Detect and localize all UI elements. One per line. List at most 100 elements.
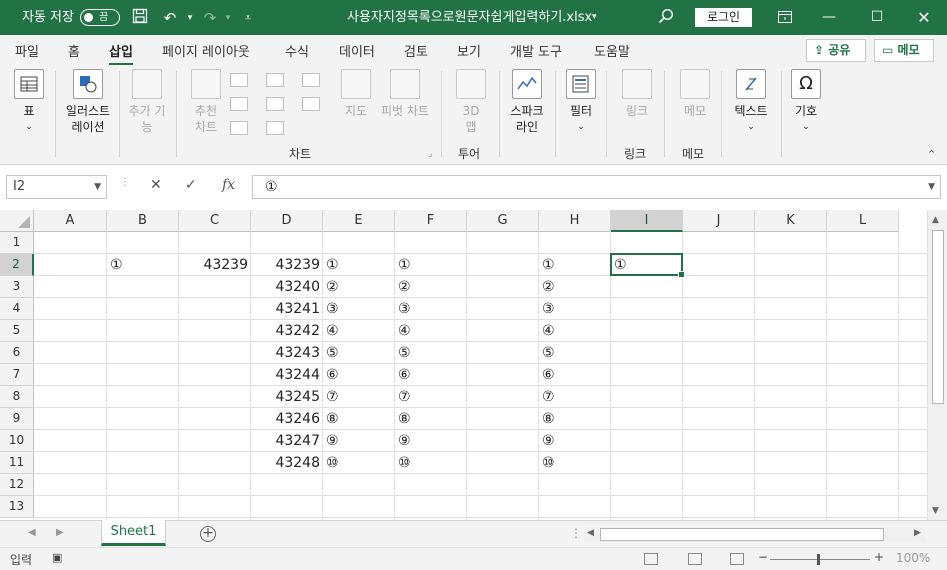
redo-dropdown-icon[interactable]: ▾: [218, 8, 238, 28]
sheet-prev-icon[interactable]: ◀: [28, 527, 36, 538]
row-header-11[interactable]: 11: [0, 452, 34, 474]
column-header-j[interactable]: J: [683, 210, 755, 232]
select-all-button[interactable]: [0, 210, 34, 232]
vertical-scrollbar[interactable]: ▲ ▼: [927, 210, 947, 520]
cell-d11[interactable]: 43248: [251, 452, 323, 474]
column-header-l[interactable]: L: [827, 210, 899, 232]
text-button[interactable]: 텍스트 ⌄: [730, 69, 772, 135]
column-header-i[interactable]: I: [611, 210, 683, 232]
link-button[interactable]: 링크: [620, 69, 654, 119]
cell-f7[interactable]: ⑥: [395, 364, 467, 386]
cell-h10[interactable]: ⑨: [539, 430, 611, 452]
name-box-dropdown-icon[interactable]: ▼: [94, 176, 101, 198]
add-sheet-icon[interactable]: +: [200, 526, 216, 542]
column-header-b[interactable]: B: [107, 210, 179, 232]
cell-e8[interactable]: ⑦: [323, 386, 395, 408]
dialog-launcher-icon[interactable]: ⌟: [428, 149, 432, 159]
cell-h11[interactable]: ⑩: [539, 452, 611, 474]
cell-f5[interactable]: ④: [395, 320, 467, 342]
column-header-k[interactable]: K: [755, 210, 827, 232]
comments-button[interactable]: ▭ 메모: [874, 39, 934, 62]
cell-h2[interactable]: ①: [539, 254, 611, 276]
column-header-g[interactable]: G: [467, 210, 539, 232]
pie-chart-icon[interactable]: [230, 121, 248, 135]
tab-formulas[interactable]: 수식: [285, 41, 309, 60]
cell-e9[interactable]: ⑧: [323, 408, 395, 430]
tab-home[interactable]: 홈: [68, 41, 80, 60]
cell-f2[interactable]: ①: [395, 254, 467, 276]
zoom-level[interactable]: 100%: [896, 551, 930, 565]
maps-button[interactable]: 지도: [340, 69, 372, 119]
tab-data[interactable]: 데이터: [339, 41, 375, 60]
scroll-up-icon[interactable]: ▲: [932, 215, 939, 225]
customize-qat-icon[interactable]: ⩡: [238, 8, 258, 28]
row-header-13[interactable]: 13: [0, 496, 34, 518]
row-header-6[interactable]: 6: [0, 342, 34, 364]
tab-help[interactable]: 도움말: [594, 41, 630, 60]
macro-record-icon[interactable]: ▣: [52, 551, 62, 564]
cell-e11[interactable]: ⑩: [323, 452, 395, 474]
undo-dropdown-icon[interactable]: ▾: [180, 8, 200, 28]
sheet-next-icon[interactable]: ▶: [56, 527, 64, 538]
minimize-icon[interactable]: —: [806, 0, 852, 35]
collapse-ribbon-icon[interactable]: ⌃: [927, 148, 936, 161]
normal-view-icon[interactable]: [644, 553, 658, 565]
tab-developer[interactable]: 개발 도구: [510, 41, 562, 60]
row-header-2[interactable]: 2: [0, 254, 34, 276]
cell-e10[interactable]: ⑨: [323, 430, 395, 452]
combo-chart-icon[interactable]: [302, 97, 320, 111]
filename-dropdown-icon[interactable]: ▾: [592, 0, 597, 35]
addins-button[interactable]: 추가 기 능: [124, 69, 170, 135]
cell-h9[interactable]: ⑧: [539, 408, 611, 430]
worksheet-grid[interactable]: ABCDEFGHIJKL 1 2 3 4 5 6 7 8 9 10 11 12 13 ① 43239 432…: [0, 210, 947, 520]
zoom-out-icon[interactable]: −: [758, 550, 768, 564]
cell-e5[interactable]: ④: [323, 320, 395, 342]
autosave-toggle[interactable]: 끔: [80, 9, 120, 26]
cell-h5[interactable]: ④: [539, 320, 611, 342]
cell-h4[interactable]: ③: [539, 298, 611, 320]
row-header-1[interactable]: 1: [0, 232, 34, 254]
cell-e2[interactable]: ①: [323, 254, 395, 276]
column-chart-icon[interactable]: [230, 73, 248, 87]
row-header-10[interactable]: 10: [0, 430, 34, 452]
page-layout-view-icon[interactable]: [688, 553, 702, 565]
cell-d3[interactable]: 43240: [251, 276, 323, 298]
horizontal-scrollbar[interactable]: ◀ ▶: [584, 527, 926, 542]
close-icon[interactable]: ✕: [901, 0, 947, 35]
row-header-12[interactable]: 12: [0, 474, 34, 496]
cell-h7[interactable]: ⑥: [539, 364, 611, 386]
search-icon[interactable]: [656, 8, 676, 28]
insert-function-icon[interactable]: fx: [222, 177, 235, 193]
cell-f4[interactable]: ③: [395, 298, 467, 320]
cell-d8[interactable]: 43245: [251, 386, 323, 408]
cell-e7[interactable]: ⑥: [323, 364, 395, 386]
column-header-h[interactable]: H: [539, 210, 611, 232]
column-header-a[interactable]: A: [34, 210, 107, 232]
cell-h8[interactable]: ⑦: [539, 386, 611, 408]
cell-e4[interactable]: ③: [323, 298, 395, 320]
cell-d9[interactable]: 43246: [251, 408, 323, 430]
row-header-7[interactable]: 7: [0, 364, 34, 386]
cell-h3[interactable]: ②: [539, 276, 611, 298]
cell-c2[interactable]: 43239: [179, 254, 251, 276]
hierarchy-chart-icon[interactable]: [266, 73, 284, 87]
scroll-down-icon[interactable]: ▼: [932, 506, 939, 516]
illustrations-button[interactable]: 일러스트 레이션: [62, 69, 114, 135]
cell-d7[interactable]: 43244: [251, 364, 323, 386]
tab-review[interactable]: 검토: [404, 41, 428, 60]
filter-button[interactable]: 필터 ⌄: [564, 69, 598, 135]
row-header-4[interactable]: 4: [0, 298, 34, 320]
column-header-e[interactable]: E: [323, 210, 395, 232]
tab-insert[interactable]: 삽입: [109, 41, 133, 66]
cell-f9[interactable]: ⑧: [395, 408, 467, 430]
cell-d5[interactable]: 43242: [251, 320, 323, 342]
recommended-charts-button[interactable]: 추천 차트: [188, 69, 224, 135]
maximize-icon[interactable]: ☐: [854, 0, 900, 35]
column-header-d[interactable]: D: [251, 210, 323, 232]
enter-icon[interactable]: ✓: [185, 177, 197, 193]
scroll-right-icon[interactable]: ▶: [914, 528, 921, 538]
scroll-left-icon[interactable]: ◀: [587, 528, 594, 538]
cell-d10[interactable]: 43247: [251, 430, 323, 452]
vertical-scroll-thumb[interactable]: [932, 230, 944, 404]
cell-f6[interactable]: ⑤: [395, 342, 467, 364]
